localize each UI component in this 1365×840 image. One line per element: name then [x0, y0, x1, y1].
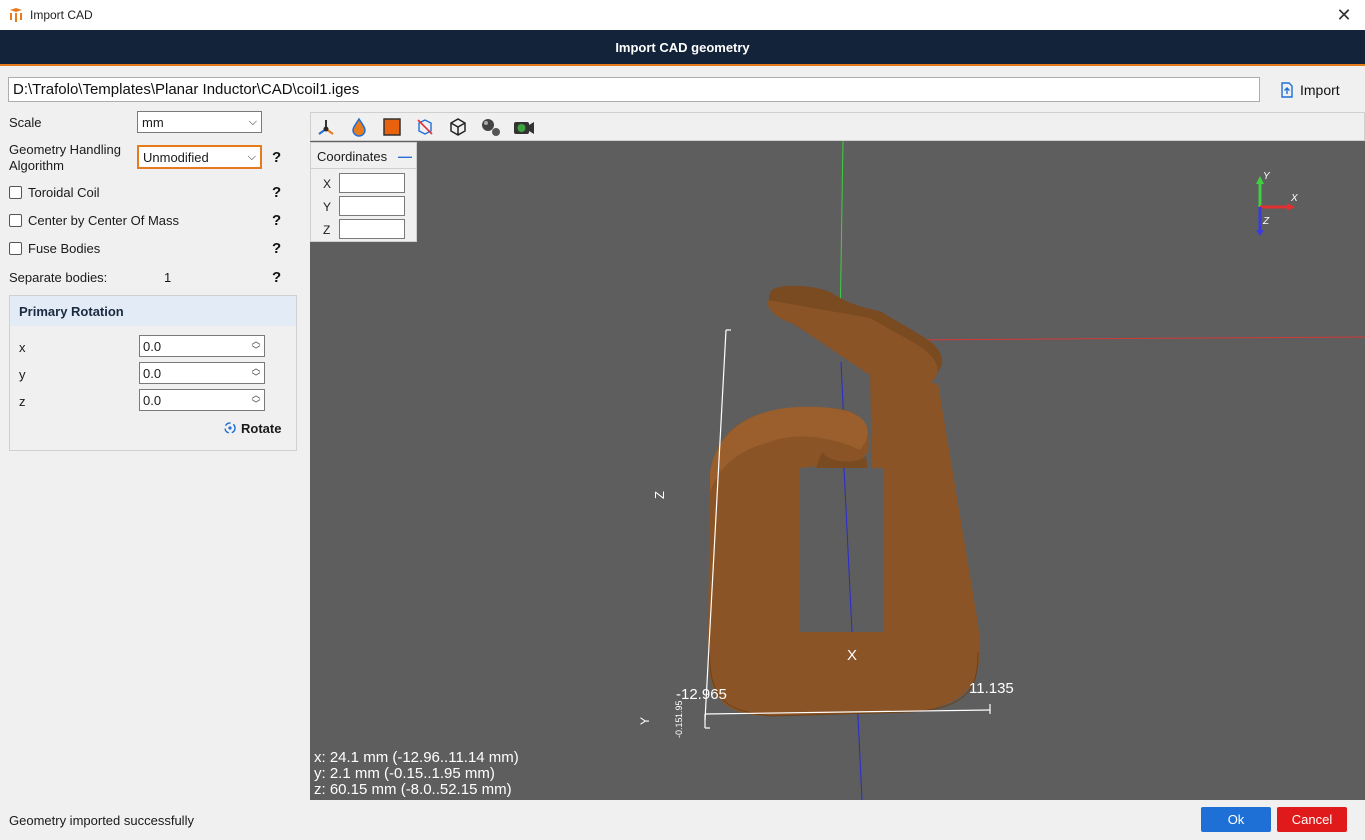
scale-label: Scale — [9, 115, 42, 130]
checkbox-icon — [9, 242, 22, 255]
viewer-toolbar — [310, 112, 1365, 141]
coord-z-input[interactable] — [339, 219, 405, 239]
screenshot-camera-icon[interactable] — [513, 116, 535, 138]
coord-x-label: X — [323, 177, 332, 191]
triad-x-label: X — [1290, 193, 1298, 204]
primary-rotation-title: Primary Rotation — [10, 296, 296, 326]
fuse-help-icon[interactable]: ? — [272, 240, 281, 257]
dimensions-info: x: 24.1 mm (-12.96..11.14 mm) y: 2.1 mm … — [314, 750, 519, 798]
checkbox-icon — [9, 214, 22, 227]
checkbox-icon — [9, 186, 22, 199]
rotation-y-input[interactable]: 0.0 ︿ ﹀ — [139, 362, 265, 384]
axis-z-label: Z — [652, 491, 667, 499]
rotation-z-label: z — [19, 394, 26, 409]
coord-y-input[interactable] — [339, 196, 405, 216]
color-tool-icon[interactable] — [348, 116, 370, 138]
triad-z-label: Z — [1262, 216, 1270, 227]
center-of-mass-checkbox[interactable]: Center by Center Of Mass — [9, 213, 179, 228]
fuse-bodies-label: Fuse Bodies — [28, 241, 101, 256]
window-title: Import CAD — [30, 8, 93, 22]
camera-settings-icon[interactable] — [480, 116, 502, 138]
algorithm-label: Geometry Handling Algorithm — [9, 141, 121, 175]
coil-geometry — [707, 285, 980, 717]
rotation-x-value: 0.0 — [143, 339, 162, 354]
axis-y-label: Y — [638, 717, 652, 725]
separate-bodies-label: Separate bodies: — [9, 270, 108, 285]
3d-scene[interactable]: X Z Y -12.965 11.135 -0.15 1.95 Y X Z — [310, 112, 1365, 801]
import-label: Import — [1300, 82, 1340, 98]
toroidal-coil-label: Toroidal Coil — [28, 185, 100, 200]
algorithm-select[interactable]: Unmodified ⌵ — [137, 145, 262, 169]
algorithm-help-icon[interactable]: ? — [272, 149, 281, 166]
toroidal-help-icon[interactable]: ? — [272, 184, 281, 201]
3d-viewport[interactable]: X Z Y -12.965 11.135 -0.15 1.95 Y X Z — [310, 112, 1365, 801]
coord-x-input[interactable] — [339, 173, 405, 193]
primary-rotation-group: Primary Rotation x 0.0 ︿ ﹀ y 0.0 ︿ ﹀ z 0.0… — [9, 295, 297, 451]
separate-bodies-value: 1 — [164, 270, 172, 285]
import-file-icon — [1281, 82, 1293, 98]
scale-select[interactable]: mm ⌵ — [137, 111, 262, 133]
cancel-button[interactable]: Cancel — [1277, 807, 1347, 832]
coord-y-label: Y — [323, 200, 332, 214]
rotation-y-value: 0.0 — [143, 366, 162, 381]
coordinates-header: Coordinates — — [311, 143, 416, 169]
coordinates-title: Coordinates — [317, 149, 388, 164]
chevron-down-icon: ⌵ — [248, 115, 257, 128]
rotate-icon — [224, 422, 236, 434]
spinner-arrows-icon[interactable]: ︿ ﹀ — [250, 337, 262, 355]
x-min-label: -12.965 — [676, 686, 727, 703]
y-range-label-2: 1.95 — [674, 700, 684, 718]
fuse-bodies-checkbox[interactable]: Fuse Bodies — [9, 241, 100, 256]
minimize-icon[interactable]: — — [398, 148, 412, 164]
triad-y-label: Y — [1263, 171, 1271, 182]
status-bar: Geometry imported successfully — [0, 800, 1365, 840]
close-icon[interactable]: ✕ — [1333, 4, 1355, 26]
spinner-arrows-icon[interactable]: ︿ ﹀ — [250, 391, 262, 409]
axis-x-label: X — [847, 647, 857, 664]
solid-view-icon[interactable] — [381, 116, 403, 138]
coordinates-panel: Coordinates — X Y Z — [310, 142, 417, 242]
center-of-mass-label: Center by Center Of Mass — [28, 213, 179, 228]
algorithm-label-line2: Algorithm — [9, 158, 64, 173]
rotation-x-input[interactable]: 0.0 ︿ ﹀ — [139, 335, 265, 357]
y-range-label: -0.15 — [674, 717, 684, 738]
rotation-z-value: 0.0 — [143, 393, 162, 408]
dimension-z-text: z: 60.15 mm (-8.0..52.15 mm) — [314, 781, 512, 798]
ok-button[interactable]: Ok — [1201, 807, 1271, 832]
rotation-x-label: x — [19, 340, 26, 355]
file-path-input[interactable]: D:\Trafolo\Templates\Planar Inductor\CAD… — [8, 77, 1260, 102]
coord-z-label: Z — [323, 223, 331, 237]
algorithm-value: Unmodified — [143, 149, 209, 165]
wireframe-toggle-icon[interactable] — [414, 116, 436, 138]
import-button[interactable]: Import — [1280, 80, 1340, 100]
app-logo-icon — [10, 8, 22, 22]
title-bar: Import CAD ✕ — [0, 0, 1365, 30]
rotation-y-label: y — [19, 367, 26, 382]
center-help-icon[interactable]: ? — [272, 212, 281, 229]
status-message: Geometry imported successfully — [9, 813, 194, 828]
spinner-arrows-icon[interactable]: ︿ ﹀ — [250, 364, 262, 382]
axes-tool-icon[interactable] — [315, 116, 337, 138]
dimension-y-text: y: 2.1 mm (-0.15..1.95 mm) — [314, 765, 495, 782]
rotate-button[interactable]: Rotate — [222, 420, 281, 436]
separate-help-icon[interactable]: ? — [272, 269, 281, 286]
dialog-header: Import CAD geometry — [0, 30, 1365, 66]
x-max-label: 11.135 — [969, 680, 1014, 697]
cube-view-icon[interactable] — [447, 116, 469, 138]
x-axis-line — [899, 336, 1365, 341]
dialog-title: Import CAD geometry — [615, 39, 750, 55]
chevron-down-icon: ⌵ — [247, 150, 256, 163]
rotation-z-input[interactable]: 0.0 ︿ ﹀ — [139, 389, 265, 411]
scale-value: mm — [142, 114, 164, 130]
dimension-x-text: x: 24.1 mm (-12.96..11.14 mm) — [314, 749, 519, 766]
rotate-label: Rotate — [241, 420, 282, 436]
toroidal-coil-checkbox[interactable]: Toroidal Coil — [9, 185, 100, 200]
orientation-triad: Y X Z — [1256, 171, 1298, 236]
